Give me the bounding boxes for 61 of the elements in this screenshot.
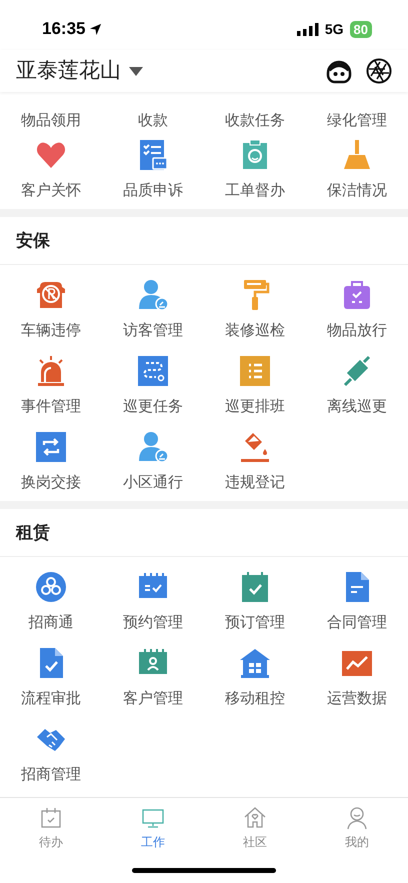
project-title[interactable]: 亚泰莲花山 [16, 55, 121, 87]
battery-level: 80 [350, 20, 372, 38]
feature-link[interactable]: 招商管理 [21, 765, 81, 785]
section-title: 安保 [16, 230, 50, 252]
plug-icon [341, 355, 373, 387]
feature-link[interactable]: 客户管理 [123, 689, 183, 709]
aperture-icon[interactable] [366, 58, 392, 84]
calendar-icon [39, 806, 63, 830]
feature-link[interactable]: 绿化管理 [327, 111, 387, 131]
feature-link[interactable]: 事件管理 [21, 397, 81, 417]
feature-link[interactable]: 预约管理 [123, 613, 183, 633]
paint-bucket-icon [239, 431, 271, 463]
feature-link[interactable]: 流程审批 [21, 689, 81, 709]
feature-link[interactable]: 换岗交接 [21, 473, 81, 493]
feature-link[interactable]: 运营数据 [327, 689, 387, 709]
feature-link[interactable]: 装修巡检 [225, 321, 285, 341]
feature-link[interactable]: 物品领用 [21, 111, 81, 131]
bag-icon [341, 279, 373, 311]
feature-link[interactable]: 违规登记 [225, 473, 285, 493]
alarm-icon [35, 355, 67, 387]
section-title: 租赁 [16, 522, 50, 544]
feature-link[interactable]: 收款任务 [225, 111, 285, 131]
network-label: 5G [324, 20, 344, 38]
robot-icon[interactable] [326, 58, 352, 84]
caret-icon[interactable] [129, 66, 143, 76]
house-icon [243, 806, 267, 830]
feature-link[interactable]: 物品放行 [327, 321, 387, 341]
car-icon [35, 279, 67, 311]
feature-link[interactable]: 工单督办 [225, 181, 285, 201]
feature-link[interactable]: 招商通 [28, 613, 74, 633]
tab[interactable]: 社区 [235, 806, 275, 851]
feature-link[interactable]: 合同管理 [327, 613, 387, 633]
feature-link[interactable]: 预订管理 [225, 613, 285, 633]
building-icon [239, 647, 271, 679]
tab[interactable]: 工作 [133, 806, 173, 851]
calendar-check-icon [239, 571, 271, 603]
location-arrow-icon [89, 22, 102, 36]
tab[interactable]: 我的 [337, 806, 377, 851]
feature-link[interactable]: 小区通行 [123, 473, 183, 493]
swap-icon [35, 431, 67, 463]
signal-icon [296, 22, 319, 36]
feature-link[interactable]: 保洁情况 [327, 181, 387, 201]
feature-link[interactable]: 巡更任务 [123, 397, 183, 417]
feature-link[interactable]: 访客管理 [123, 321, 183, 341]
list-icon [239, 355, 271, 387]
person-icon [137, 431, 169, 463]
broom-icon [341, 139, 373, 171]
network-icon [35, 571, 67, 603]
checklist-icon [137, 139, 169, 171]
tab[interactable]: 待办 [31, 806, 71, 851]
feature-link[interactable]: 客户关怀 [21, 181, 81, 201]
feature-link[interactable]: 车辆违停 [21, 321, 81, 341]
feature-link[interactable]: 收款 [138, 111, 168, 131]
person-icon [345, 806, 369, 830]
feature-link[interactable]: 巡更排班 [225, 397, 285, 417]
route-icon [137, 355, 169, 387]
feature-link[interactable]: 移动租控 [225, 689, 285, 709]
status-time: 16:35 [42, 18, 86, 40]
person-icon [137, 279, 169, 311]
feature-link[interactable]: 品质申诉 [123, 181, 183, 201]
feature-link[interactable]: 离线巡更 [327, 397, 387, 417]
